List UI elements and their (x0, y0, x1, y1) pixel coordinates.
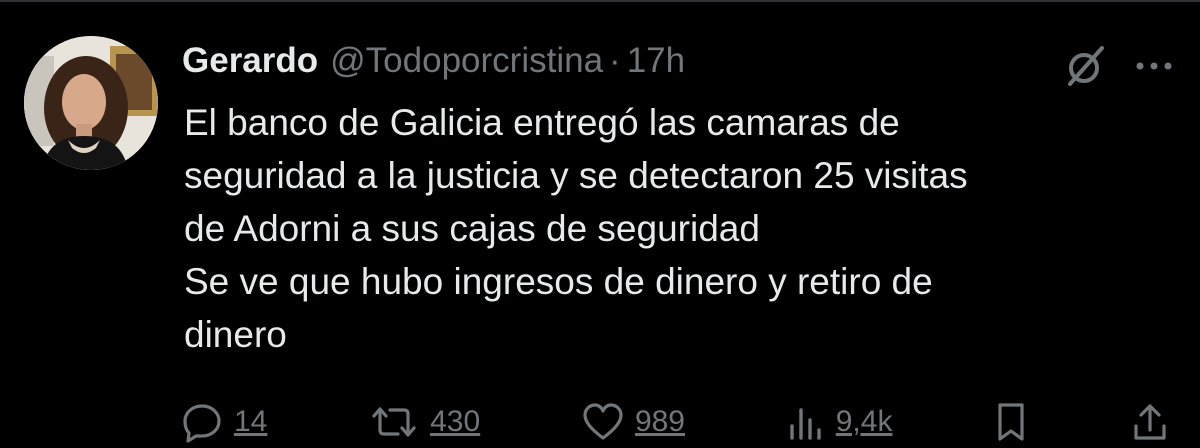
reply-button[interactable]: 14 (180, 400, 267, 444)
grok-icon[interactable] (1062, 42, 1110, 90)
avatar[interactable] (24, 36, 158, 170)
tweet-header: Gerardo @Todoporcristina · 17h (182, 38, 685, 84)
header-icons (1062, 42, 1176, 90)
like-button[interactable]: 989 (581, 400, 685, 444)
timestamp[interactable]: 17h (627, 38, 685, 84)
display-name[interactable]: Gerardo (182, 38, 318, 84)
repost-button[interactable]: 430 (368, 400, 480, 444)
share-icon (1134, 404, 1166, 440)
user-handle[interactable]: @Todoporcristina (330, 38, 603, 84)
repost-count: 430 (430, 405, 481, 438)
share-button[interactable] (1130, 400, 1170, 444)
action-bar: 14 430 989 9,4k (180, 398, 1170, 446)
bookmark-button[interactable] (993, 400, 1029, 444)
top-divider (0, 0, 1200, 2)
separator-dot: · (609, 41, 621, 80)
heart-icon (583, 403, 623, 440)
views-count: 9,4k (835, 405, 893, 438)
reply-icon (183, 404, 221, 443)
like-count: 989 (634, 405, 685, 438)
views-icon (790, 408, 821, 440)
bookmark-icon (998, 403, 1024, 441)
reply-count: 14 (234, 405, 268, 438)
more-icon[interactable] (1132, 56, 1176, 76)
tweet-text: El banco de Galicia entregó las camaras … (184, 102, 968, 355)
views-button[interactable]: 9,4k (786, 400, 893, 444)
avatar-image (24, 36, 158, 170)
repost-icon (372, 407, 416, 437)
